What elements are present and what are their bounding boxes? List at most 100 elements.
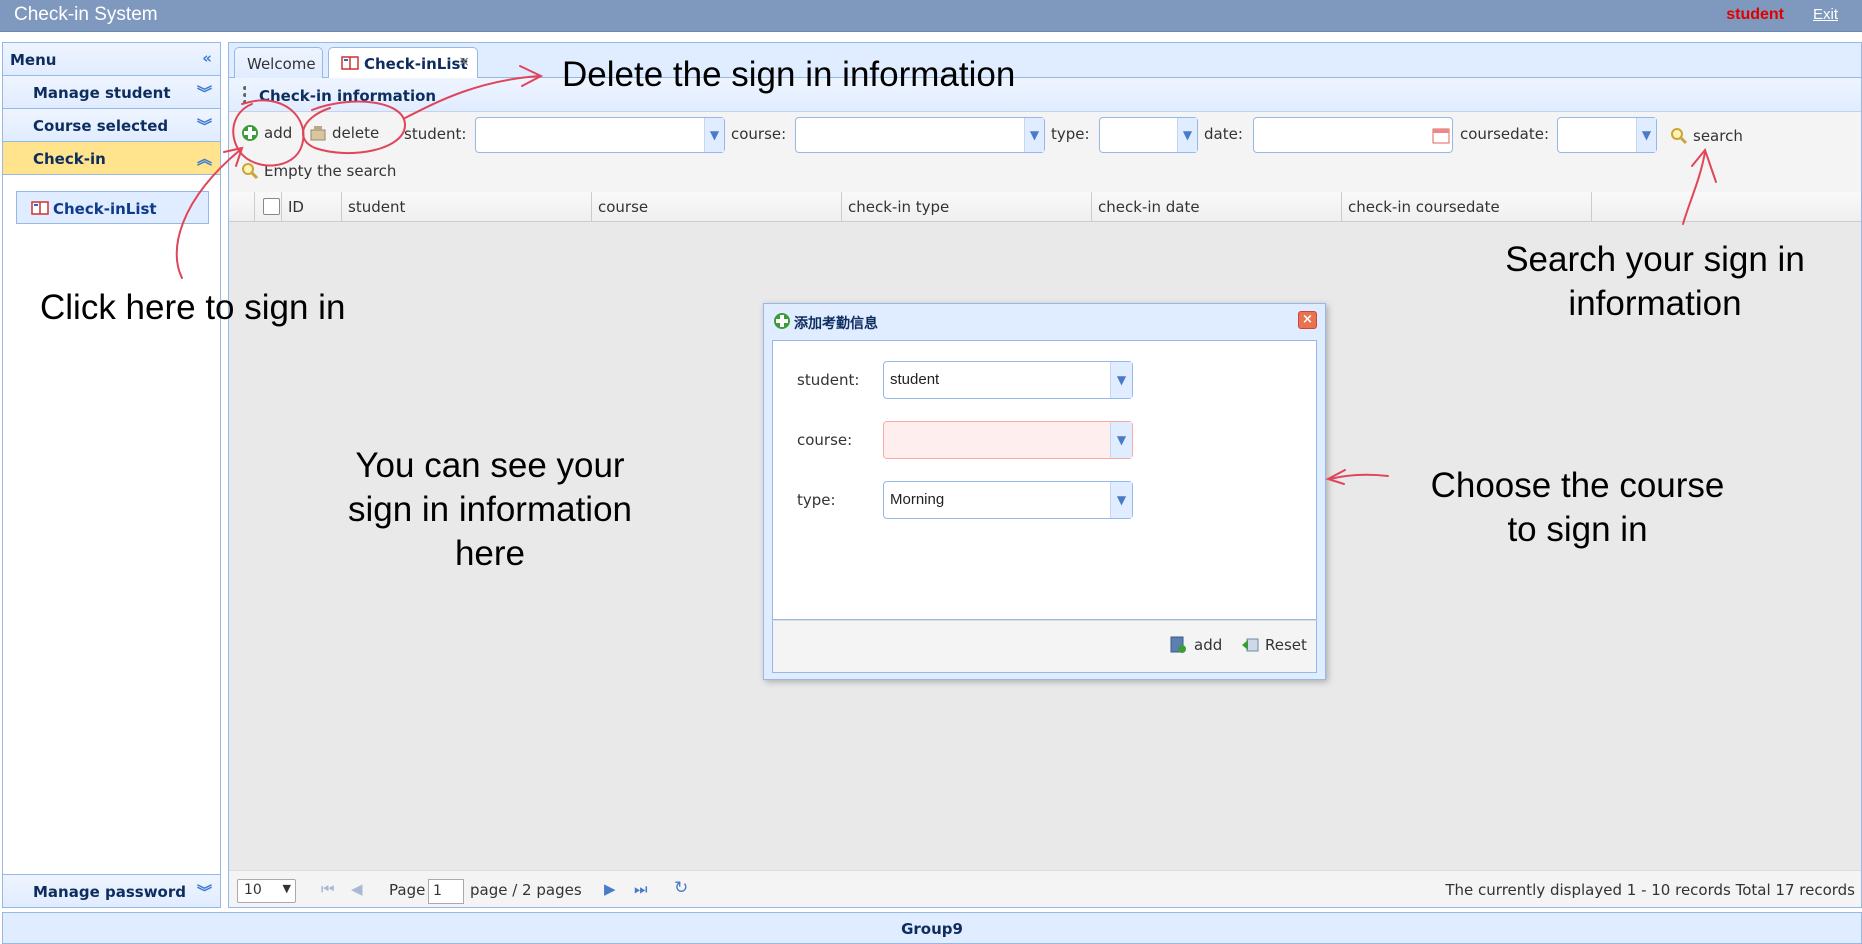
chevron-double-down-icon: ︾ [196, 883, 212, 901]
app-header: Check-in System student Exit [0, 0, 1862, 32]
student-field-combo[interactable]: student ▼ [883, 361, 1133, 399]
type-field-combo[interactable]: Morning ▼ [883, 481, 1133, 519]
tab-label: Check-inList [364, 55, 468, 73]
undo-icon [1242, 638, 1259, 652]
grid-header: ID student course check-in type check-in… [229, 192, 1861, 222]
annotation-course-note: Choose the course to sign in [1400, 464, 1755, 552]
sidebar-menu-header: Menu « [3, 43, 220, 76]
collapse-icon[interactable]: « [202, 49, 212, 67]
chevron-double-down-icon: ︾ [196, 84, 212, 102]
course-field-label: course: [797, 431, 853, 449]
chevron-double-down-icon: ︾ [196, 117, 212, 135]
select-all-checkbox[interactable] [263, 198, 280, 215]
delete-button-label: delete [332, 124, 380, 142]
coursedate-filter-combo[interactable]: ▼ [1557, 117, 1657, 153]
calendar-icon[interactable] [1432, 126, 1450, 144]
col-checkin-type[interactable]: check-in type [842, 192, 1092, 222]
add-checkin-dialog: 添加考勤信息 × student: student ▼ course: ▼ ty… [763, 303, 1326, 680]
col-checkin-coursedate[interactable]: check-in coursedate [1342, 192, 1592, 222]
type-field-label: type: [797, 491, 836, 509]
chevron-down-icon: ▼ [1024, 118, 1044, 152]
footer: Group9 [2, 912, 1862, 944]
sidebar-item-course-selected[interactable]: Course selected ︾ [3, 109, 220, 142]
first-page-icon[interactable]: ⏮ [321, 880, 335, 898]
sidebar-item-label: Manage student [33, 84, 171, 102]
tab-close-icon[interactable]: × [458, 54, 470, 70]
search-clear-icon [242, 163, 259, 180]
exit-link[interactable]: Exit [1813, 6, 1838, 23]
annotation-search-line-1: Search your sign in [1505, 240, 1805, 279]
panel-header: Check-in information [229, 78, 1861, 112]
date-filter-input[interactable] [1253, 117, 1453, 153]
dialog-add-label: add [1194, 636, 1223, 654]
footer-text: Group9 [901, 920, 963, 938]
coursedate-filter-label: coursedate: [1460, 125, 1550, 143]
col-id[interactable]: ID [282, 192, 342, 222]
sidebar-item-label: Check-in [33, 150, 106, 168]
annotation-click-note: Click here to sign in [40, 288, 346, 327]
plus-icon [774, 313, 790, 329]
annotation-search-note: Search your sign in information [1480, 238, 1830, 326]
dialog-reset-label: Reset [1265, 636, 1307, 654]
page-total-label: page / 2 pages [470, 881, 582, 899]
col-course[interactable]: course [592, 192, 842, 222]
panel-title: Check-in information [259, 87, 437, 105]
col-student[interactable]: student [342, 192, 592, 222]
sidebar-item-manage-student[interactable]: Manage student ︾ [3, 76, 220, 109]
chevron-down-icon: ▼ [1177, 118, 1197, 152]
annotation-see-note: You can see your sign in information her… [320, 444, 660, 576]
course-filter-combo[interactable]: ▼ [795, 117, 1045, 153]
tab-welcome[interactable]: Welcome [234, 47, 323, 78]
chevron-down-icon: ▼ [282, 882, 291, 895]
search-icon [1671, 128, 1688, 145]
annotation-see-line-3: here [454, 534, 526, 573]
dialog-title: 添加考勤信息 [794, 316, 878, 332]
course-field-combo[interactable]: ▼ [883, 421, 1133, 459]
annotation-course-line-2: to sign in [1507, 510, 1648, 549]
refresh-icon[interactable]: ↻ [674, 878, 688, 898]
annotation-see-line-2: sign in information [347, 490, 633, 529]
book-icon [341, 55, 359, 75]
student-filter-label: student: [404, 125, 467, 143]
chevron-down-icon: ▼ [1110, 362, 1132, 398]
search-button-label: search [1693, 127, 1743, 145]
current-user: student [1726, 6, 1784, 23]
page-label: Page [389, 881, 426, 899]
toolbar: add delete student: ▼ course: ▼ type: ▼ … [229, 112, 1861, 192]
annotation-course-line-1: Choose the course [1430, 466, 1725, 505]
tab-check-inlist[interactable]: Check-inList × [328, 47, 478, 79]
empty-search-label: Empty the search [264, 162, 397, 180]
pager: 10 ▼ ⏮ ◀ Page 1 page / 2 pages ▶ ⏭ ↻ The… [229, 870, 1861, 907]
next-page-icon[interactable]: ▶ [604, 880, 616, 898]
close-icon[interactable]: × [1298, 311, 1317, 329]
sidebar-item-manage-password[interactable]: Manage password ︾ [3, 874, 220, 907]
tab-label: Welcome [247, 55, 316, 73]
date-filter-label: date: [1204, 125, 1243, 143]
page-number-input[interactable]: 1 [428, 879, 464, 904]
menu-title: Menu [10, 51, 57, 69]
grid-rownum-col [229, 192, 255, 222]
student-field-value: student [890, 371, 940, 388]
dialog-form: student: student ▼ course: ▼ type: Morni… [772, 340, 1317, 620]
col-checkin-date[interactable]: check-in date [1092, 192, 1342, 222]
eraser-icon [310, 126, 326, 141]
chevron-down-icon: ▼ [1636, 118, 1656, 152]
sidebar-subitem-check-inlist[interactable]: Check-inList [16, 191, 209, 224]
student-field-label: student: [797, 371, 860, 389]
chevron-double-up-icon: ︽ [196, 150, 212, 168]
select-all-checkbox-cell [255, 192, 282, 222]
sidebar-item-check-in[interactable]: Check-in ︽ [3, 142, 220, 175]
page-size-select[interactable]: 10 ▼ [237, 879, 296, 903]
chevron-down-icon: ▼ [704, 118, 724, 152]
pager-summary: The currently displayed 1 - 10 records T… [1445, 881, 1855, 899]
type-filter-combo[interactable]: ▼ [1099, 117, 1198, 153]
student-filter-combo[interactable]: ▼ [475, 117, 725, 153]
tabs-bar: Welcome Check-inList × [229, 43, 1861, 79]
annotation-search-line-2: information [1568, 284, 1742, 323]
last-page-icon[interactable]: ⏭ [634, 880, 648, 898]
page-size-value: 10 [244, 882, 262, 898]
drag-handle-icon [243, 86, 246, 104]
sidebar: Menu « Manage student ︾ Course selected … [2, 42, 221, 908]
chevron-down-icon: ▼ [1110, 482, 1132, 518]
prev-page-icon[interactable]: ◀ [351, 880, 363, 898]
